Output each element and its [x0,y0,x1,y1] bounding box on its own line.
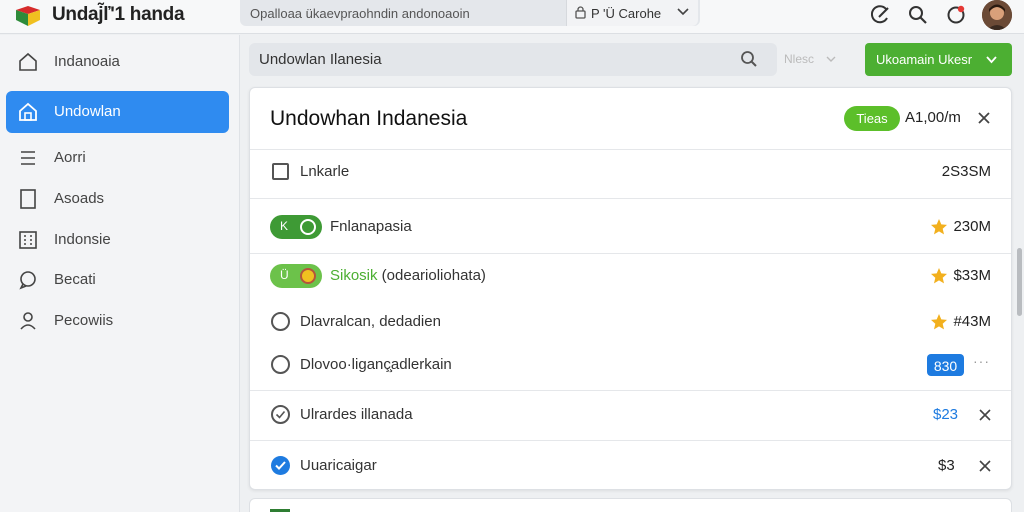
check-circle-icon[interactable] [271,405,290,424]
list-item-value: 2S3SM [941,163,991,180]
app-title: Undaj̃ľ'1 handa [52,4,185,25]
list-item-value: $23 [933,406,959,423]
divider [250,390,1011,391]
next-panel [249,498,1012,512]
chevron-down-icon[interactable] [826,56,836,63]
filter-dropdown-label[interactable]: Nlesc [784,52,814,66]
list-item-value: $3 [938,457,955,474]
radio-button[interactable] [271,355,290,374]
profile-select-label: P 'Ü Carohe [591,6,662,21]
close-icon[interactable] [979,409,991,421]
user-icon [20,312,36,330]
toggle-switch[interactable]: K [270,215,322,239]
sidebar-item-aorri[interactable]: Aorri [6,137,229,179]
list-item-label: Sikosik (odearioliohata) [330,267,486,284]
toggle-knob [300,268,316,284]
star-icon [931,268,947,284]
scrollbar[interactable] [1017,248,1022,316]
list-item[interactable]: Dlavralcan, dedadien #43M [250,300,1011,344]
list-item-label-rest: (odearioliohata) [377,267,486,284]
list-item[interactable]: Dlovoo·liganç̧adlerkain 830 ··· [250,343,1011,387]
address-bar[interactable]: Opalloaa ükaevpraohndin andonoaoin P 'Ü … [240,0,700,26]
primary-action-label: Ukoamain Ukesr [876,52,973,67]
list-item-label: Ulrardes illanada [300,406,413,423]
list-item[interactable]: Lnkarle 2S3SM [250,150,1011,194]
radio-button[interactable] [271,312,290,331]
sidebar-item-label: Undowlan [54,103,121,120]
status-badge: Tieas [844,106,900,131]
toggle-label: Ü [280,268,289,282]
search-input[interactable]: Undowlan Ilanesia [249,43,777,76]
sidebar-item-asoads[interactable]: Asoads [6,178,229,220]
checkmark-icon [275,410,286,419]
sidebar-item-label: Becati [54,271,96,288]
list-item-value: 230M [953,218,991,235]
divider [250,440,1011,441]
list-item-label: Lnkarle [300,163,350,180]
avatar-face-icon [982,0,1012,30]
search-icon[interactable] [906,3,930,27]
sidebar-item-label: Indanoaia [54,53,120,70]
sidebar-item-label: Indonsie [54,231,111,248]
count-badge: 830 [927,354,964,376]
search-icon[interactable] [739,49,759,69]
close-icon[interactable] [979,460,991,472]
avatar[interactable] [982,0,1012,30]
list-item-label: Fnlanapasia [330,218,412,235]
checkmark-icon [275,461,286,470]
list-icon [21,151,35,165]
toggle-switch[interactable]: Ü [270,264,322,288]
star-icon [931,219,947,235]
checkbox[interactable] [272,163,289,180]
lock-icon [575,6,586,19]
sidebar: Indanoaia Undowlan Aorri Asoads Indonsie… [0,35,240,512]
list-item-label: Uuaricaigar [300,457,377,474]
more-options-icon[interactable]: ··· [973,353,990,369]
document-icon [20,189,36,209]
list-item-value: $33M [953,267,991,284]
count-badge-label: 830 [933,358,958,374]
status-badge-label: Tieas [856,111,888,126]
sidebar-item-indanoaia[interactable]: Indanoaia [6,41,229,83]
close-icon[interactable] [977,111,991,125]
edit-icon[interactable] [868,3,892,27]
chevron-down-icon [677,8,689,16]
list-item[interactable]: Uuaricaigar $3 [250,444,1011,488]
checked-circle-icon[interactable] [271,456,290,475]
home-icon [19,52,37,71]
detail-panel: Undowhan Indanesia Tieas A1,00/m Lnkarle… [249,87,1012,490]
address-text: Opalloaa ükaevpraohndin andonoaoin [250,6,470,21]
panel-amount: A1,00/m [905,109,961,126]
toggle-knob [300,219,316,235]
list-item-label: Dlavralcan, dedadien [300,313,441,330]
sidebar-item-pecowiis[interactable]: Pecowiis [6,300,229,342]
search-input-text: Undowlan Ilanesia [259,51,382,68]
list-item[interactable]: K Fnlanapasia 230M [250,205,1011,249]
notification-icon[interactable] [944,3,968,27]
primary-action-button[interactable]: Ukoamain Ukesr [865,43,1012,76]
list-item-value: #43M [953,313,991,330]
list-item[interactable]: Ü Sikosik (odearioliohata) $33M [250,254,1011,298]
top-bar: Undaj̃ľ'1 handa Opalloaa ükaevpraohndin … [0,0,1024,34]
grid-icon [19,231,37,249]
list-item[interactable]: Ulrardes illanada $23 [250,393,1011,437]
chevron-down-icon [986,56,997,64]
sidebar-item-indonsie[interactable]: Indonsie [6,219,229,261]
toggle-label: K [280,219,289,233]
sidebar-item-label: Aorri [54,149,86,166]
sidebar-item-becati[interactable]: Becati [6,259,229,301]
sidebar-item-label: Pecowiis [54,312,114,329]
sidebar-item-label: Asoads [54,190,105,207]
panel-title: Undowhan Indanesia [270,107,468,130]
chat-icon [19,271,36,290]
list-item-label-highlight: Sikosik [330,267,378,284]
star-icon [931,314,947,330]
list-item-label: Dlovoo·liganç̧adlerkain [300,356,452,373]
sidebar-item-undowlan[interactable]: Undowlan [6,91,229,133]
profile-select[interactable]: P 'Ü Carohe [566,0,698,26]
app-logo-icon [16,6,40,26]
divider [250,198,1011,199]
house-icon [19,102,37,121]
